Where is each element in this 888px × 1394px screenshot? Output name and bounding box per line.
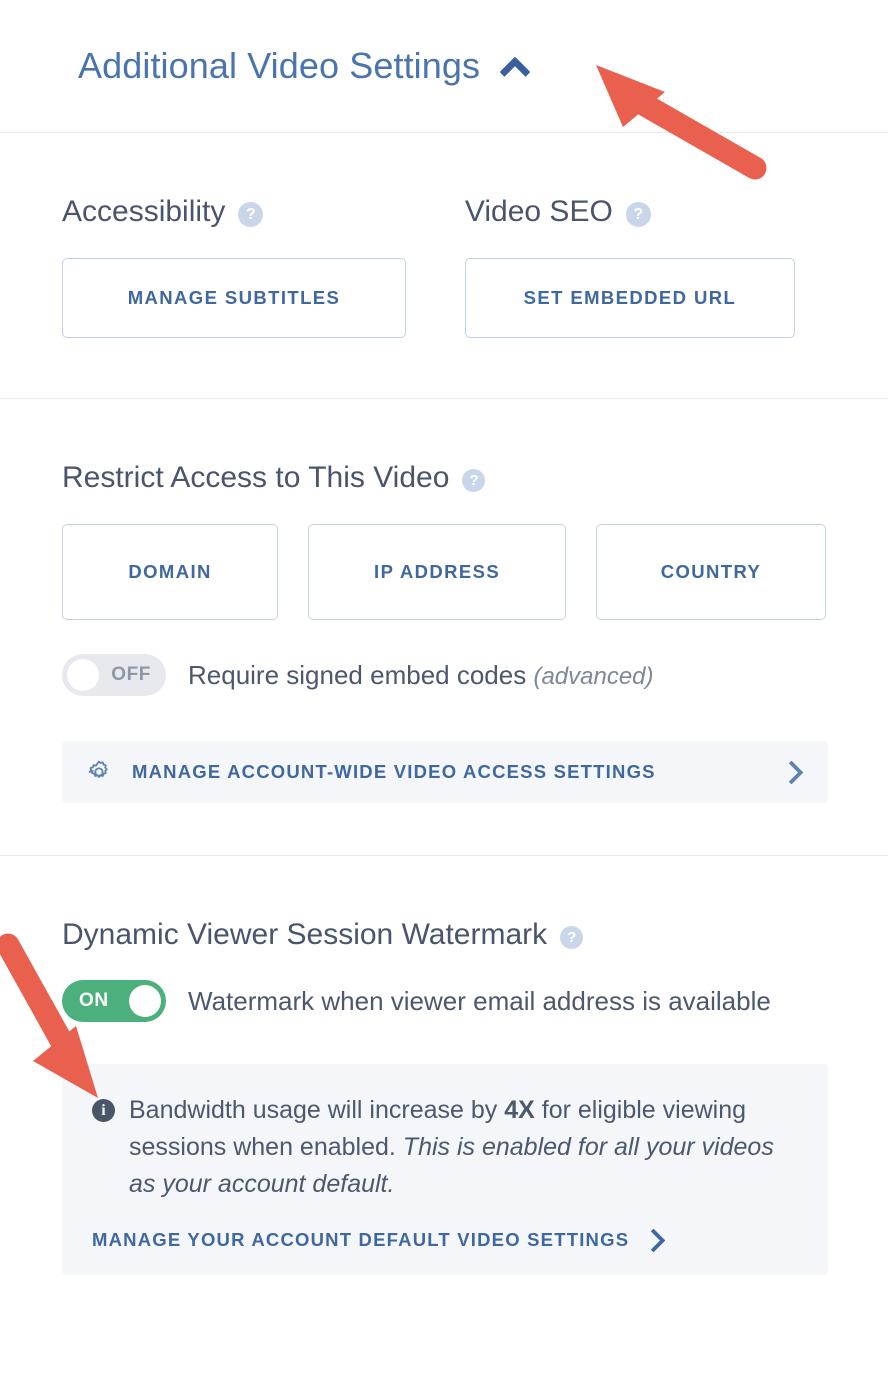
help-circle-icon-accessibility[interactable]: ? bbox=[238, 201, 264, 227]
watermark-info-box: i Bandwidth usage will increase by 4X fo… bbox=[62, 1064, 828, 1275]
additional-video-settings-header: Additional Video Settings bbox=[0, 0, 888, 132]
accessibility-seo-section: Accessibility ? MANAGE SUBTITLES Video S… bbox=[0, 133, 888, 398]
chevron-right-icon-account-default bbox=[641, 1227, 666, 1253]
info-circle-icon: i bbox=[92, 1099, 115, 1122]
accessibility-heading: Accessibility ? bbox=[62, 195, 465, 229]
gear-icon bbox=[88, 760, 108, 778]
toggle-knob bbox=[67, 659, 99, 691]
watermark-info-text: Bandwidth usage will increase by 4X for … bbox=[129, 1092, 798, 1203]
help-circle-icon-watermark[interactable]: ? bbox=[560, 925, 584, 949]
additional-video-settings-toggle[interactable]: Additional Video Settings bbox=[78, 45, 534, 87]
signed-embed-row: OFF Require signed embed codes (advanced… bbox=[62, 654, 826, 696]
watermark-toggle-state: ON bbox=[79, 990, 109, 1011]
signed-embed-label-suffix: (advanced) bbox=[533, 662, 654, 690]
video-seo-heading-label: Video SEO bbox=[464, 195, 613, 228]
info-text-part-1: Bandwidth usage will increase by bbox=[129, 1096, 505, 1124]
help-circle-icon-restrict-access[interactable]: ? bbox=[462, 468, 486, 492]
toggle-knob bbox=[129, 985, 161, 1017]
restrict-access-section: Restrict Access to This Video ? DOMAIN I… bbox=[0, 399, 888, 855]
chevron-right-icon-account-wide bbox=[779, 759, 804, 785]
set-embedded-url-button[interactable]: SET EMBEDDED URL bbox=[464, 258, 795, 338]
accessibility-group: Accessibility ? MANAGE SUBTITLES bbox=[62, 195, 465, 338]
info-text-bold: 4X bbox=[504, 1096, 535, 1124]
signed-embed-label: Require signed embed codes (advanced) bbox=[188, 660, 654, 691]
manage-account-default-label: MANAGE YOUR ACCOUNT DEFAULT VIDEO SETTIN… bbox=[92, 1229, 630, 1250]
accessibility-seo-row: Accessibility ? MANAGE SUBTITLES Video S… bbox=[62, 195, 826, 338]
restrict-access-heading-label: Restrict Access to This Video bbox=[62, 461, 450, 494]
manage-account-wide-access-link[interactable]: MANAGE ACCOUNT-WIDE VIDEO ACCESS SETTING… bbox=[62, 741, 828, 803]
accessibility-heading-label: Accessibility bbox=[62, 195, 226, 228]
manage-subtitles-button[interactable]: MANAGE SUBTITLES bbox=[62, 258, 406, 338]
page-title: Additional Video Settings bbox=[78, 45, 481, 86]
manage-account-default-video-settings-link[interactable]: MANAGE YOUR ACCOUNT DEFAULT VIDEO SETTIN… bbox=[92, 1227, 666, 1253]
signed-embed-toggle-state: OFF bbox=[111, 664, 151, 685]
restrict-access-heading: Restrict Access to This Video ? bbox=[62, 461, 826, 495]
watermark-toggle[interactable]: ON bbox=[62, 980, 166, 1022]
watermark-toggle-row: ON Watermark when viewer email address i… bbox=[62, 980, 826, 1022]
restrict-country-button[interactable]: COUNTRY bbox=[595, 524, 827, 620]
restrict-domain-button[interactable]: DOMAIN bbox=[62, 524, 279, 620]
help-circle-icon-video-seo[interactable]: ? bbox=[625, 201, 651, 227]
watermark-info-body: i Bandwidth usage will increase by 4X fo… bbox=[92, 1092, 798, 1203]
watermark-heading-label: Dynamic Viewer Session Watermark bbox=[62, 918, 548, 951]
manage-account-wide-access-label: MANAGE ACCOUNT-WIDE VIDEO ACCESS SETTING… bbox=[132, 761, 656, 782]
watermark-heading: Dynamic Viewer Session Watermark ? bbox=[62, 918, 826, 952]
signed-embed-toggle[interactable]: OFF bbox=[62, 654, 166, 696]
restrict-access-buttons: DOMAIN IP ADDRESS COUNTRY bbox=[62, 524, 827, 620]
chevron-up-icon[interactable] bbox=[500, 56, 534, 76]
watermark-toggle-label: Watermark when viewer email address is a… bbox=[188, 985, 771, 1016]
video-seo-heading: Video SEO ? bbox=[465, 195, 826, 229]
restrict-ip-address-button[interactable]: IP ADDRESS bbox=[308, 524, 566, 620]
video-seo-group: Video SEO ? SET EMBEDDED URL bbox=[464, 195, 826, 338]
signed-embed-label-text: Require signed embed codes bbox=[188, 659, 527, 690]
watermark-section: Dynamic Viewer Session Watermark ? ON Wa… bbox=[0, 856, 888, 1275]
